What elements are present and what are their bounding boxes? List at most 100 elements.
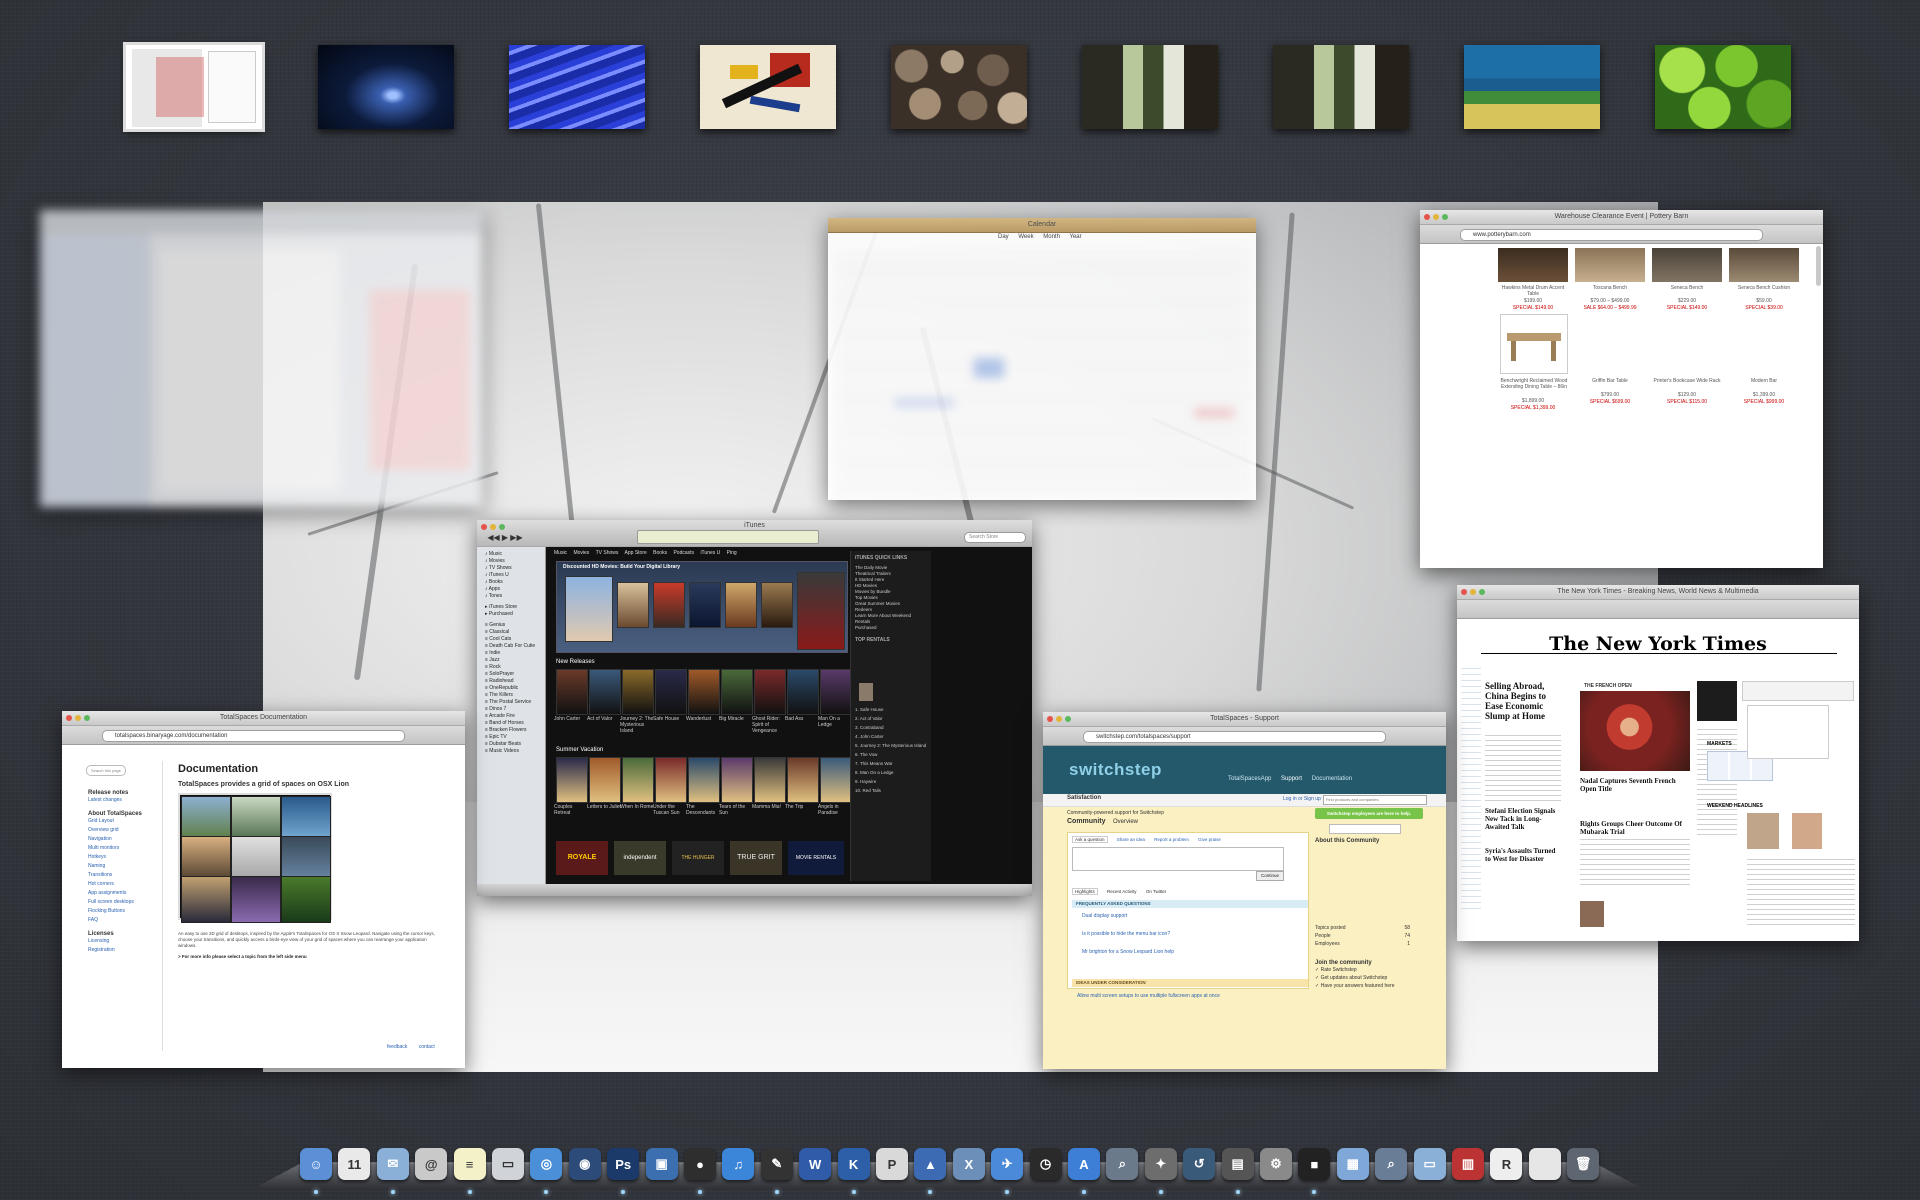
dock-magnifier-icon[interactable]: ⌕ <box>1106 1148 1139 1180</box>
space-thumb-9[interactable] <box>1655 45 1791 129</box>
dock-word-icon[interactable]: W <box>799 1148 832 1180</box>
sidebar-item[interactable]: ≡ SoloPrayer <box>485 671 541 678</box>
satisfaction-brand[interactable]: Satisfaction <box>1067 795 1101 801</box>
join-item[interactable]: ✓ Get updates about Switchstep <box>1315 974 1425 982</box>
nyt-window[interactable]: The New York Times - Breaking News, Worl… <box>1457 585 1859 941</box>
nav-documentation[interactable]: Documentation <box>1312 776 1352 782</box>
sidebar-item[interactable]: ≡ OneRepublic <box>485 685 541 692</box>
headline[interactable]: Nadal Captures Seventh French Open Title <box>1580 777 1690 793</box>
sidebar-item[interactable]: ♪ iTunes U <box>485 572 541 579</box>
rental-item[interactable]: 5. Journey 2: The Mysterious Island <box>855 741 926 750</box>
docs-link[interactable]: Full screen desktops <box>88 898 158 907</box>
dock-address-icon[interactable]: @ <box>415 1148 448 1180</box>
store-nav-itunesu[interactable]: iTunes U <box>700 550 720 556</box>
product-name[interactable]: Griffin Bar Table <box>1575 378 1645 384</box>
poster[interactable] <box>787 757 819 803</box>
calendar-tab-week[interactable]: Week <box>1018 234 1033 240</box>
store-nav-ping[interactable]: Ping <box>727 550 737 556</box>
headline[interactable]: Stefani Election Signals New Tack in Lon… <box>1485 807 1561 831</box>
poster[interactable] <box>754 669 786 715</box>
sidebar-item[interactable]: ▸ Purchased <box>485 611 541 618</box>
switchstep-logo[interactable]: switchstep <box>1069 760 1162 780</box>
poster[interactable] <box>721 669 753 715</box>
poster[interactable] <box>725 582 757 628</box>
product-image[interactable] <box>1500 314 1568 374</box>
poster[interactable] <box>655 757 687 803</box>
nav-totalspaces[interactable]: TotalSpacesApp <box>1228 776 1271 782</box>
sidebar-item[interactable]: ≡ Radiohead <box>485 678 541 685</box>
community-label[interactable]: Community <box>1067 818 1106 825</box>
product-name[interactable]: Hawkins Metal Drum Accent Table <box>1498 285 1568 297</box>
rental-item[interactable]: 6. The Vow <box>855 750 926 759</box>
store-nav-tv[interactable]: TV Shows <box>596 550 619 556</box>
ask-question-tab[interactable]: Ask a question <box>1072 836 1108 843</box>
close-button[interactable] <box>1461 589 1467 595</box>
rental-item[interactable]: 4. John Carter <box>855 732 926 741</box>
space-thumb-3[interactable] <box>509 45 645 129</box>
switchstep-url-field[interactable]: switchstep.com/totalspaces/support <box>1083 731 1386 743</box>
hd-movies-banner[interactable]: Discounted HD Movies: Build Your Digital… <box>556 561 848 653</box>
dock-finder-icon[interactable]: ☺ <box>300 1148 332 1180</box>
store-nav-books[interactable]: Books <box>653 550 667 556</box>
poster-title[interactable]: Act of Valor <box>587 716 621 722</box>
poster-title[interactable]: The Descendants <box>686 804 720 816</box>
product-image[interactable] <box>1652 248 1722 282</box>
poster-title[interactable]: Tears of the Sun <box>719 804 753 816</box>
space-thumb-8[interactable] <box>1464 45 1600 129</box>
docs-link[interactable]: Registration <box>88 946 158 955</box>
headline[interactable]: Rights Groups Cheer Outcome Of Mubarak T… <box>1580 820 1690 836</box>
product-image[interactable] <box>1575 248 1645 282</box>
ad-box[interactable] <box>1747 705 1829 759</box>
dock-keynote-icon[interactable]: K <box>837 1148 870 1180</box>
highlights-tab[interactable]: Highlights <box>1072 888 1098 895</box>
sidebar-item[interactable]: ≡ Dubstar Beats <box>485 741 541 748</box>
dock-trash-icon[interactable]: 🗑 <box>1567 1148 1600 1180</box>
report-problem-tab[interactable]: Report a problem <box>1154 837 1189 842</box>
sidebar-item[interactable]: ≡ The Postal Service <box>485 699 541 706</box>
poster-title[interactable]: Big Miracle <box>719 716 753 722</box>
nyt-logo[interactable]: The New York Times <box>1457 633 1859 655</box>
poster[interactable] <box>721 757 753 803</box>
switchstep-window[interactable]: TotalSpaces - Support switchstep.com/tot… <box>1043 712 1446 1069</box>
headline[interactable]: Syria's Assaults Turned to West for Disa… <box>1485 847 1561 863</box>
bottom-banner[interactable]: THE HUNGER GAMES <box>672 841 724 895</box>
store-nav-appstore[interactable]: App Store <box>625 550 647 556</box>
dock-stamp-icon[interactable]: ✉ <box>376 1148 409 1180</box>
dock-safari-icon[interactable]: ◎ <box>530 1148 563 1180</box>
rental-item[interactable]: 9. Haywire <box>855 777 926 786</box>
docs-link[interactable]: App assignments <box>88 889 158 898</box>
contact-link[interactable]: contact <box>419 1044 435 1050</box>
nadal-photo[interactable] <box>1580 691 1690 771</box>
dock-timemachine-icon[interactable]: ↺ <box>1183 1148 1216 1180</box>
dock-prefs-icon[interactable]: ⚙ <box>1260 1148 1292 1180</box>
sidebar-item[interactable]: ≡ Genius <box>485 622 541 629</box>
dock-desktop-pic-icon[interactable]: ▦ <box>1336 1148 1369 1180</box>
sidebar-item[interactable]: ≡ Classical <box>485 629 541 636</box>
docs-window[interactable]: TotalSpaces Documentation totalspaces.bi… <box>62 711 465 1068</box>
calendar-tab-year[interactable]: Year <box>1070 234 1082 240</box>
sidebar-item[interactable]: ≡ Cool Cats <box>485 636 541 643</box>
sidebar-item[interactable]: ♪ Tones <box>485 593 541 600</box>
poster-title[interactable]: Safe House <box>653 716 687 722</box>
story-photo[interactable] <box>1747 813 1779 849</box>
poster-title[interactable]: Ghost Rider: Spirit of Vengeance <box>752 716 786 734</box>
poster[interactable] <box>787 669 819 715</box>
docs-link[interactable]: Grid Layout <box>88 817 158 826</box>
faq-item[interactable]: Dual display support <box>1082 913 1127 919</box>
feedback-link[interactable]: feedback <box>387 1044 407 1050</box>
sidebar-item[interactable]: ♪ TV Shows <box>485 565 541 572</box>
store-nav-music[interactable]: Music <box>554 550 567 556</box>
playback-controls[interactable]: ◀◀ ▶ ▶▶ <box>485 532 525 542</box>
store-nav-movies[interactable]: Movies <box>573 550 589 556</box>
idea-item[interactable]: Allow multi screen setups to use multipl… <box>1077 993 1220 999</box>
product-name[interactable]: Modern Bar <box>1729 378 1799 384</box>
close-button[interactable] <box>1424 214 1430 220</box>
employees-banner[interactable]: Switchstep employees are here to help. <box>1315 808 1423 819</box>
nyt-section-nav[interactable] <box>1461 663 1481 913</box>
space-thumb-1[interactable] <box>123 42 265 132</box>
share-idea-tab[interactable]: Share an idea <box>1117 837 1145 842</box>
product-image[interactable] <box>1729 248 1799 282</box>
docs-link[interactable]: Hot corners <box>88 880 158 889</box>
poster-title[interactable]: The Trip <box>785 804 819 810</box>
dock-blank-icon[interactable] <box>1528 1148 1561 1180</box>
